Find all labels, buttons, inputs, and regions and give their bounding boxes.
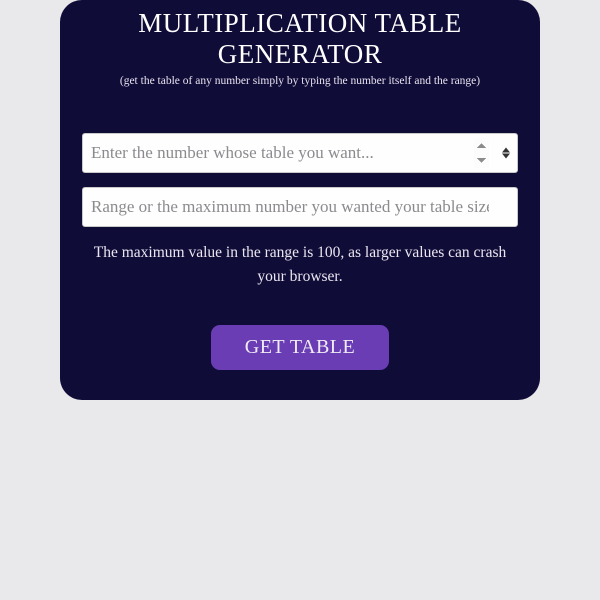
helper-text: The maximum value in the range is 100, a… xyxy=(82,241,518,289)
range-input-wrap xyxy=(82,187,518,227)
range-input[interactable] xyxy=(82,187,518,227)
page-subtitle: (get the table of any number simply by t… xyxy=(82,74,518,89)
number-input[interactable] xyxy=(82,133,518,173)
generator-card: MULTIPLICATION TABLE GENERATOR (get the … xyxy=(60,0,540,400)
form-area: The maximum value in the range is 100, a… xyxy=(82,133,518,370)
number-input-wrap xyxy=(82,133,518,173)
page-title: MULTIPLICATION TABLE GENERATOR xyxy=(82,8,518,70)
get-table-button[interactable]: GET TABLE xyxy=(211,325,390,370)
